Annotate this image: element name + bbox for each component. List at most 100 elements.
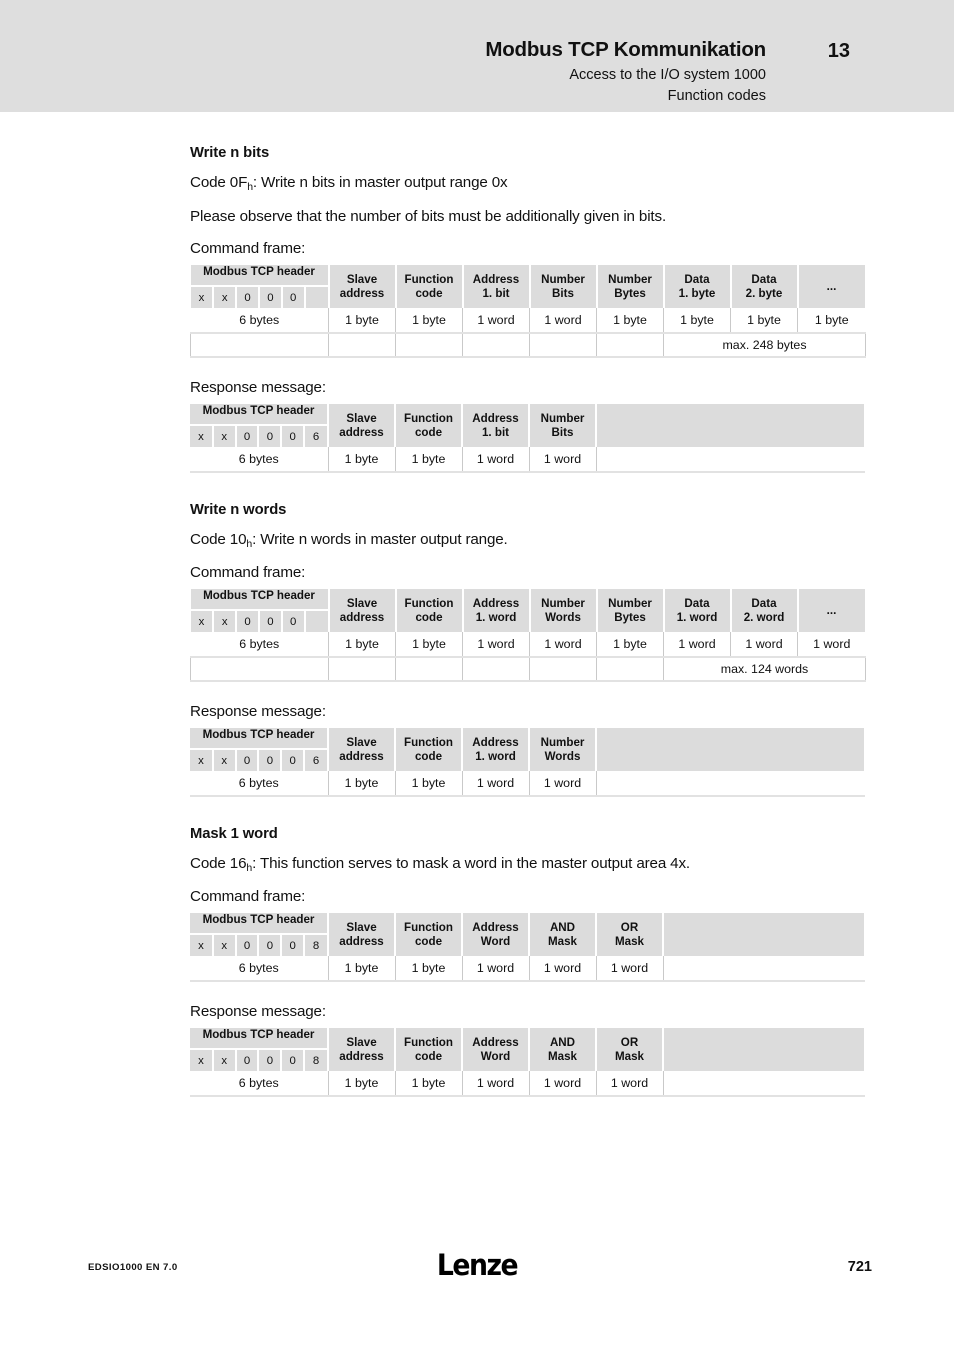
size-cell: 1 byte — [327, 1071, 396, 1097]
max-row-empty-cell — [395, 333, 463, 358]
column-header-line2: Mask — [547, 934, 577, 948]
code-rest: : This function serves to mask a word in… — [252, 855, 690, 872]
caption-command-frame-3: Command frame: — [190, 888, 306, 905]
size-cell-filler — [595, 447, 865, 473]
modbus-header-label: Modbus TCP header — [190, 913, 327, 935]
section-heading-mask-1-word: Mask 1 word — [190, 826, 278, 842]
max-row-empty-cell — [328, 657, 396, 682]
modbus-byte-cell: 8 — [304, 935, 327, 956]
caption-response-message-3: Response message: — [190, 1003, 326, 1020]
column-header-line2: 1. bit — [481, 425, 510, 439]
size-cell-filler — [595, 771, 865, 797]
column-header-line2: address — [339, 610, 385, 624]
size-cell: 1 byte — [328, 632, 396, 658]
column-header-line1: Slave — [346, 272, 378, 286]
column-header-line1: Slave — [346, 596, 378, 610]
table-row-headers: Modbus TCP header x x 0 0 0 6 Slave addre… — [190, 404, 866, 447]
column-header-line1: Function — [404, 1035, 453, 1049]
column-header: Number Bits — [528, 404, 597, 447]
column-header: Data 2. word — [729, 589, 799, 632]
table-row-max: max. 248 bytes — [190, 333, 866, 358]
page-footer: EDSIO1000 EN 7.0 Lenze 721 — [0, 1240, 954, 1350]
modbus-header-bytes: x x 0 0 0 — [190, 287, 328, 308]
size-cell: 1 word — [595, 1071, 664, 1097]
section-heading-write-n-words: Write n words — [190, 502, 287, 518]
column-header-line1: Address — [472, 272, 520, 286]
modbus-byte-cell: x — [212, 1050, 237, 1071]
modbus-header-bytes: x x 0 0 0 6 — [190, 750, 327, 771]
column-header-line1: Function — [404, 596, 454, 610]
table-row-sizes: 6 bytes 1 byte 1 byte 1 word 1 word 1 wo… — [190, 956, 865, 982]
column-header: Data 2. byte — [729, 265, 799, 308]
size-cell: 1 word — [529, 308, 597, 334]
modbus-byte-cell: 0 — [281, 611, 306, 632]
size-cell-header: 6 bytes — [190, 956, 329, 982]
column-header: Number Words — [528, 589, 598, 632]
column-header: Slave address — [327, 913, 396, 956]
size-cell: 1 word — [528, 447, 597, 473]
column-header-line2: code — [415, 286, 443, 300]
column-header-line1: AND — [549, 920, 576, 934]
modbus-header-label: Modbus TCP header — [190, 728, 327, 750]
modbus-byte-cell: 0 — [281, 1050, 306, 1071]
page-subtitle-primary: Access to the I/O system 1000 — [569, 67, 766, 83]
modbus-byte-cell: x — [190, 1050, 214, 1071]
table-row-sizes: 6 bytes 1 byte 1 byte 1 word 1 word 1 by… — [190, 308, 866, 334]
column-header-line1: Slave — [346, 411, 377, 425]
code-subscript: h — [246, 862, 253, 874]
column-header-line1: Slave — [346, 735, 377, 749]
modbus-header-label: Modbus TCP header — [190, 1028, 327, 1050]
column-header-filler — [595, 728, 866, 771]
modbus-byte-cell: 0 — [235, 935, 260, 956]
modbus-byte-cell: 0 — [281, 750, 306, 771]
column-header: Slave address — [327, 1028, 396, 1071]
max-row-empty-cell — [328, 333, 396, 358]
column-header-line2: address — [339, 425, 384, 439]
size-cell: 1 byte — [394, 771, 463, 797]
column-header: Data 1. word — [662, 589, 732, 632]
column-header: Data 1. byte — [662, 265, 732, 308]
modbus-header-cell: Modbus TCP header x x 0 0 0 8 — [190, 913, 329, 956]
size-cell: 1 byte — [328, 308, 396, 334]
max-row-empty-cell — [462, 333, 530, 358]
modbus-byte-cell: x — [190, 287, 215, 308]
column-header-line1: Number — [540, 411, 585, 425]
table-row-sizes: 6 bytes 1 byte 1 byte 1 word 1 word 1 by… — [190, 632, 866, 658]
column-header-line1: OR — [620, 1035, 639, 1049]
page-subtitle-secondary: Function codes — [667, 88, 766, 104]
column-header-line2: 2. word — [743, 610, 785, 624]
column-header: Number Words — [528, 728, 597, 771]
frame-table-write-n-bits-command: Modbus TCP header x x 0 0 0 Slave address… — [190, 265, 867, 358]
column-header-line1: Number — [608, 272, 652, 286]
modbus-byte-cell: 0 — [235, 1050, 260, 1071]
column-header-line2: address — [339, 1049, 384, 1063]
column-header: Function code — [394, 728, 463, 771]
column-header-line1: Address — [472, 596, 520, 610]
size-cell-header: 6 bytes — [190, 447, 329, 473]
size-cell: 1 byte — [730, 308, 798, 334]
section-heading-write-n-bits: Write n bits — [190, 145, 270, 161]
modbus-byte-cell: 0 — [281, 426, 306, 447]
max-row-empty-cell — [462, 657, 530, 682]
max-note-cell: max. 248 bytes — [663, 333, 866, 358]
modbus-header-label: Modbus TCP header — [190, 265, 328, 287]
column-header-line2: Bits — [551, 425, 574, 439]
size-cell: 1 byte — [327, 771, 396, 797]
column-header-line1: Data — [751, 272, 777, 286]
modbus-byte-cell: 0 — [258, 611, 283, 632]
max-row-empty-cell — [395, 657, 463, 682]
column-header-line2: address — [339, 749, 384, 763]
table-row-sizes: 6 bytes 1 byte 1 byte 1 word 1 word 1 wo… — [190, 1071, 865, 1097]
modbus-byte-cell: 0 — [281, 935, 306, 956]
column-header-line2: address — [339, 286, 385, 300]
table-row-headers: Modbus TCP header x x 0 0 0 6 Slave addre… — [190, 728, 866, 771]
column-header-line2: Word — [480, 934, 511, 948]
size-cell: 1 word — [528, 771, 597, 797]
size-cell-header: 6 bytes — [190, 1071, 329, 1097]
modbus-byte-cell: x — [190, 426, 214, 447]
column-header-line1: Address — [472, 920, 519, 934]
column-header-line2: Bits — [552, 286, 574, 300]
modbus-byte-cell: x — [212, 426, 237, 447]
column-header-line2: 1. word — [475, 749, 516, 763]
modbus-byte-cell: x — [212, 750, 237, 771]
